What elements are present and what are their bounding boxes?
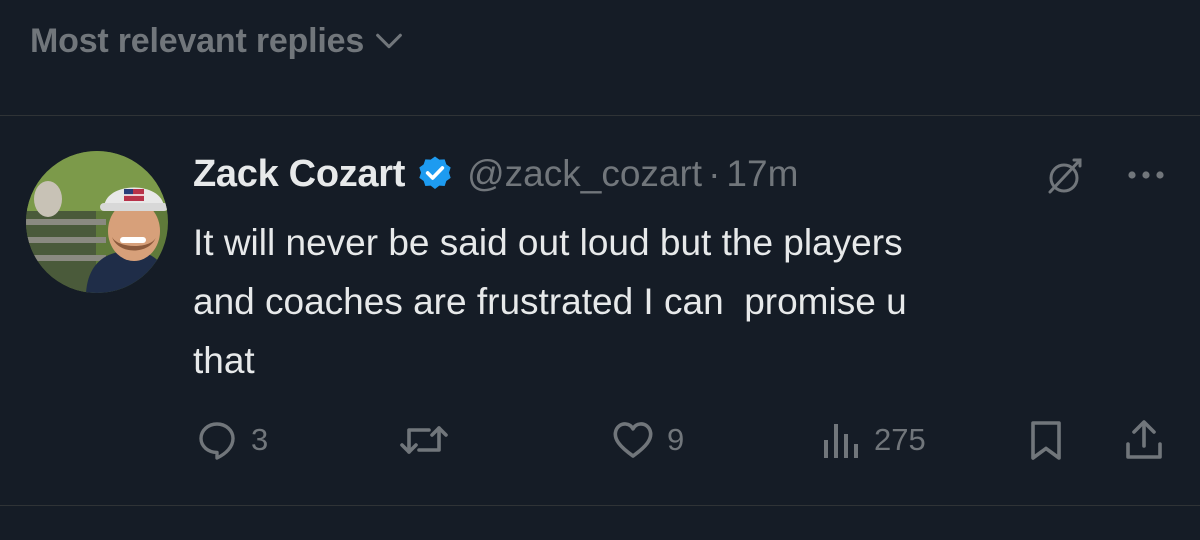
bookmark-icon [1031,421,1061,460]
like-count: 9 [667,422,685,457]
reply-icon [199,422,235,460]
author-display-name[interactable]: Zack Cozart [193,153,405,196]
verified-badge-icon [419,156,451,189]
tweet-text: It will never be said out loud but the p… [193,222,907,381]
grok-button[interactable] [1040,152,1088,200]
reply-count: 3 [251,422,269,457]
reply-button[interactable]: 3 [193,413,268,467]
bookmark-button[interactable] [1022,413,1070,467]
divider [0,505,1200,506]
heart-icon [613,422,653,458]
avatar[interactable] [26,151,168,293]
replies-page: Most relevant replies Zack Cozart @zack_… [0,0,1200,540]
avatar-photo [26,151,168,293]
views-icon [824,424,858,458]
more-options-button[interactable] [1124,155,1168,195]
chevron-down-icon [376,33,402,49]
sort-label: Most relevant replies [30,21,365,60]
timestamp[interactable]: 17m [726,153,798,195]
separator-dot: · [708,153,721,194]
tweet-header: Zack Cozart @zack_cozart · 17m [193,148,798,200]
sort-replies-dropdown[interactable]: Most relevant replies [30,18,406,64]
views-count: 275 [874,422,926,457]
divider [0,115,1200,116]
author-handle[interactable]: @zack_cozart [467,153,702,195]
share-button[interactable] [1120,413,1168,467]
more-icon [1128,171,1164,179]
like-button[interactable]: 9 [609,413,684,467]
retweet-icon [400,426,448,454]
retweet-button[interactable] [397,413,461,467]
share-icon [1126,420,1162,459]
grok-icon [1048,158,1082,194]
views-button[interactable]: 275 [820,413,926,467]
